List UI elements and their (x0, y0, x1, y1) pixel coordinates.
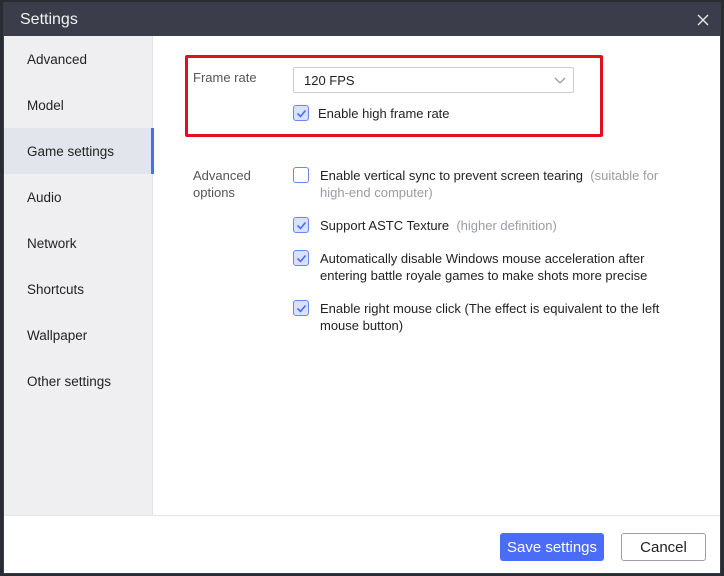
settings-content: Frame rate 120 FPS Enable high frame rat… (154, 36, 720, 515)
sidebar-item-label: Model (27, 97, 64, 113)
astc-texture-hint: (higher definition) (456, 218, 557, 233)
vsync-hint-line2: high-end computer) (320, 185, 433, 200)
right-mouse-click-line1: Enable right mouse click (The effect is … (320, 301, 660, 316)
sidebar-item-label: Game settings (27, 143, 115, 159)
vsync-hint: (suitable for (590, 168, 659, 183)
checkmark-icon (296, 221, 306, 230)
sidebar-item-model[interactable]: Model (4, 82, 153, 128)
vsync-text: Enable vertical sync to prevent screen t… (320, 168, 584, 183)
cancel-button[interactable]: Cancel (621, 533, 706, 561)
dialog-footer: Save settings Cancel (4, 515, 720, 573)
vsync-label: Enable vertical sync to prevent screen t… (320, 167, 710, 184)
checkmark-icon (296, 304, 306, 313)
sidebar-item-advanced[interactable]: Advanced (4, 36, 153, 82)
sidebar-item-label: Network (27, 235, 77, 251)
sidebar-item-network[interactable]: Network (4, 220, 153, 266)
frame-rate-select[interactable]: 120 FPS (293, 67, 574, 93)
sidebar: Advanced Model Game settings Audio Netwo… (4, 36, 154, 515)
sidebar-item-audio[interactable]: Audio (4, 174, 153, 220)
sidebar-item-label: Other settings (27, 373, 112, 389)
settings-window: Settings Advanced Model Game settings Au… (3, 2, 721, 574)
astc-texture-checkbox[interactable] (293, 217, 309, 233)
window-title: Settings (20, 11, 78, 28)
advanced-options-label-line1: Advanced (193, 168, 251, 183)
title-bar: Settings (4, 3, 720, 36)
close-icon[interactable] (692, 9, 714, 31)
sidebar-item-label: Shortcuts (27, 281, 85, 297)
astc-texture-label: Support ASTC Texture (higher definition) (320, 217, 557, 234)
checkmark-icon (296, 109, 306, 118)
mouse-acceleration-checkbox[interactable] (293, 250, 309, 266)
high-frame-rate-checkbox[interactable] (293, 105, 309, 121)
frame-rate-label: Frame rate (193, 70, 257, 85)
sidebar-item-label: Audio (27, 189, 62, 205)
save-settings-button[interactable]: Save settings (500, 533, 604, 561)
mouse-acceleration-line2: entering battle royale games to make sho… (320, 268, 648, 283)
chevron-down-icon (554, 74, 566, 89)
sidebar-item-other-settings[interactable]: Other settings (4, 358, 153, 404)
checkmark-icon (296, 254, 306, 263)
advanced-options-label-line2: options (193, 185, 235, 200)
high-frame-rate-label: Enable high frame rate (318, 106, 450, 121)
vsync-checkbox[interactable] (293, 167, 309, 183)
astc-texture-text: Support ASTC Texture (320, 218, 450, 233)
sidebar-item-shortcuts[interactable]: Shortcuts (4, 266, 153, 312)
mouse-acceleration-line1: Automatically disable Windows mouse acce… (320, 251, 645, 266)
right-mouse-click-checkbox[interactable] (293, 300, 309, 316)
right-mouse-click-line2: mouse button) (320, 318, 404, 333)
sidebar-item-label: Advanced (27, 51, 88, 67)
sidebar-item-game-settings[interactable]: Game settings (4, 128, 154, 174)
frame-rate-value: 120 FPS (304, 72, 355, 88)
sidebar-item-label: Wallpaper (27, 327, 88, 343)
sidebar-item-wallpaper[interactable]: Wallpaper (4, 312, 153, 358)
